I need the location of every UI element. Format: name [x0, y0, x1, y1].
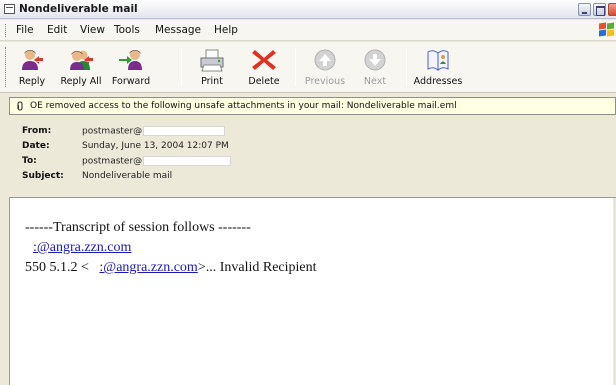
maximize-button[interactable] [593, 3, 606, 16]
transcript-header-line: ------Transcript of session follows ----… [25, 220, 251, 235]
previous-button[interactable]: Previous [300, 44, 350, 90]
delete-button[interactable]: Delete [243, 44, 285, 90]
invalid-recipient-link[interactable]: :@angra.zzn.com [99, 260, 197, 275]
next-arrow-icon [364, 49, 386, 71]
paperclip-icon [17, 101, 23, 111]
delete-label: Delete [248, 76, 280, 87]
menu-file[interactable]: File [16, 24, 34, 36]
menu-view[interactable]: View [80, 24, 105, 36]
message-body[interactable]: ------Transcript of session follows ----… [9, 197, 616, 385]
previous-arrow-icon [314, 49, 336, 71]
delete-x-icon [252, 50, 276, 70]
subject-value: Nondeliverable mail [82, 171, 173, 181]
forward-button[interactable]: Forward [108, 44, 154, 90]
unsafe-attachment-infobar[interactable]: OE removed access to the following unsaf… [9, 97, 616, 115]
error-line: 550 5.1.2 < :@angra.zzn.com>... Invalid … [25, 260, 317, 276]
minimize-button[interactable] [578, 3, 591, 16]
from-label: From: [22, 126, 52, 136]
menu-tools[interactable]: Tools [114, 24, 140, 36]
addresses-button[interactable]: Addresses [410, 44, 466, 90]
infobar-text: OE removed access to the following unsaf… [30, 101, 457, 111]
reply-label: Reply [18, 76, 46, 87]
redacted-block [143, 126, 226, 136]
reply-all-button[interactable]: Reply All [55, 44, 107, 90]
toolbar-separator [295, 48, 296, 86]
menu-bar: File Edit View Tools Message Help [0, 20, 616, 41]
recipient-link-line: :@angra.zzn.com [33, 240, 131, 256]
reply-icon [22, 50, 43, 70]
title-bar[interactable]: Nondeliverable mail [0, 0, 616, 19]
reply-all-label: Reply All [60, 76, 102, 87]
reply-all-icon [70, 50, 93, 70]
message-headers: From: postmaster@ Date: Sunday, June 13,… [9, 117, 616, 195]
from-address: postmaster@ [82, 126, 143, 137]
menubar-grip[interactable] [5, 24, 7, 37]
windows-logo-icon [599, 22, 615, 38]
close-button[interactable] [608, 3, 616, 16]
to-label: To: [22, 156, 37, 166]
toolbar: Reply Reply All Forward Print Delete Pre… [0, 42, 616, 93]
next-button[interactable]: Next [353, 44, 397, 90]
toolbar-separator [181, 48, 182, 86]
error-code-text: 550 5.1.2 < [25, 260, 89, 275]
from-value: postmaster@ [82, 126, 226, 137]
forward-label: Forward [111, 76, 151, 87]
subject-label: Subject: [22, 171, 64, 181]
previous-label: Previous [304, 76, 346, 87]
error-suffix-text: >... Invalid Recipient [197, 260, 317, 275]
address-book-icon [427, 50, 449, 72]
addresses-label: Addresses [413, 76, 463, 87]
message-window-icon [4, 4, 15, 14]
next-label: Next [363, 76, 387, 87]
reply-button[interactable]: Reply [12, 44, 52, 90]
redacted-block [143, 156, 232, 166]
menu-help[interactable]: Help [214, 24, 238, 36]
date-label: Date: [22, 141, 50, 151]
to-value: postmaster@ [82, 156, 232, 167]
printer-icon [200, 49, 224, 72]
date-value: Sunday, June 13, 2004 12:07 PM [82, 141, 229, 151]
forward-icon [119, 50, 142, 70]
print-button[interactable]: Print [192, 44, 232, 90]
to-address: postmaster@ [82, 156, 143, 167]
recipient-email-link[interactable]: :@angra.zzn.com [33, 240, 131, 255]
toolbar-grip[interactable] [5, 47, 7, 87]
toolbar-separator [406, 48, 407, 86]
menu-edit[interactable]: Edit [47, 24, 67, 36]
print-label: Print [201, 76, 223, 87]
outlook-express-message-window: Nondeliverable mail File Edit View Tools… [0, 0, 616, 385]
window-title: Nondeliverable mail [19, 3, 138, 15]
menu-message[interactable]: Message [155, 24, 201, 36]
